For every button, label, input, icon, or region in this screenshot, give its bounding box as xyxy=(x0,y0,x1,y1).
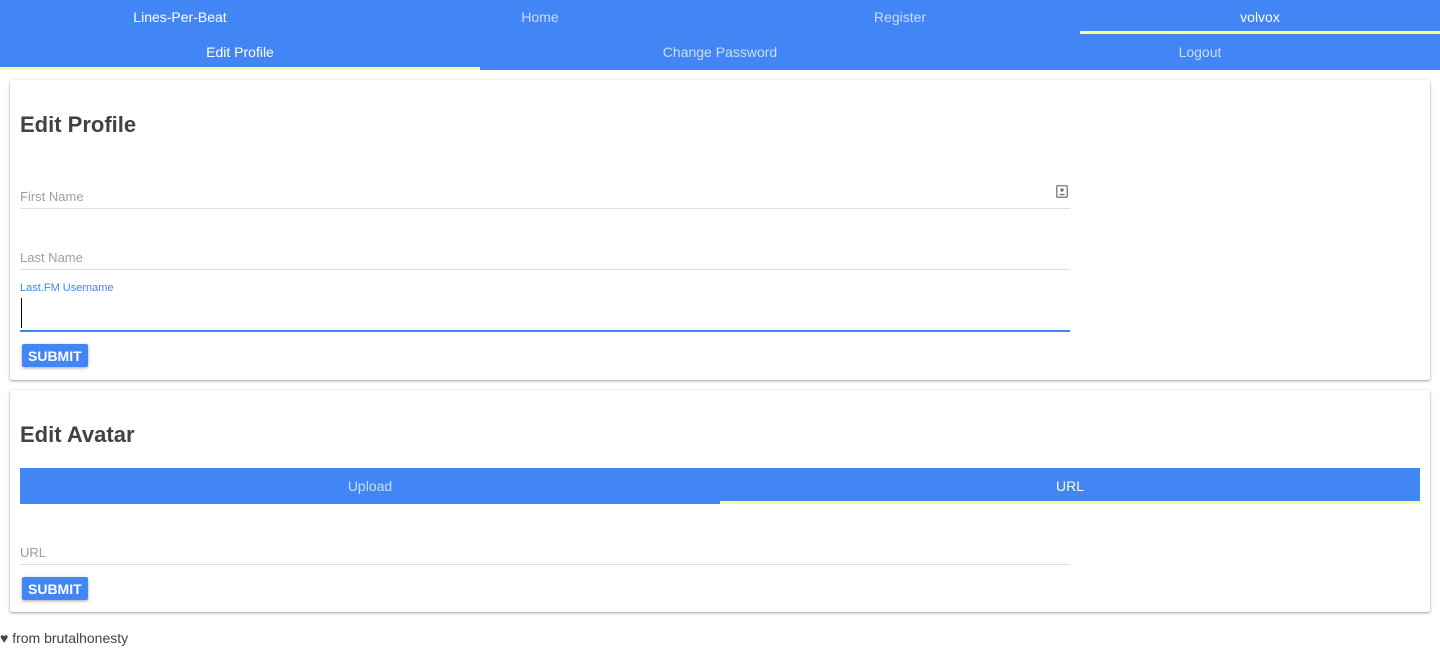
subnav-edit-profile[interactable]: Edit Profile xyxy=(0,34,480,70)
nav-register[interactable]: Register xyxy=(720,0,1080,34)
footer-credit: ♥ from brutalhonesty xyxy=(0,630,129,646)
tab-url[interactable]: URL xyxy=(720,468,1420,504)
first-name-label: First Name xyxy=(20,189,84,204)
lastfm-username-underline xyxy=(20,330,1070,332)
lastfm-username-input[interactable] xyxy=(20,296,1070,330)
first-name-underline xyxy=(20,208,1070,209)
avatar-url-underline xyxy=(20,564,1070,565)
app-header: Lines-Per-Beat Home Register volvox Edit… xyxy=(0,0,1440,70)
avatar-url-label: URL xyxy=(20,545,47,560)
edit-profile-card: Edit Profile First Name Last Name Last.F… xyxy=(10,80,1430,380)
edit-profile-title: Edit Profile xyxy=(20,112,137,137)
edit-avatar-card: Edit Avatar Upload URL URL SUBMIT xyxy=(10,390,1430,612)
main-nav: Lines-Per-Beat Home Register volvox xyxy=(0,0,1440,34)
tab-upload[interactable]: Upload xyxy=(20,468,720,504)
user-subnav: Edit Profile Change Password Logout xyxy=(0,34,1440,70)
contact-card-icon xyxy=(1056,185,1068,198)
last-name-field[interactable]: Last Name xyxy=(20,240,1070,272)
avatar-submit-button[interactable]: SUBMIT xyxy=(22,577,88,600)
lastfm-username-field[interactable]: Last.FM Username xyxy=(20,280,1070,334)
first-name-field[interactable]: First Name xyxy=(20,180,1070,210)
nav-home[interactable]: Home xyxy=(360,0,720,34)
brand-link[interactable]: Lines-Per-Beat xyxy=(0,0,360,34)
edit-avatar-title: Edit Avatar xyxy=(20,422,135,447)
subnav-change-password[interactable]: Change Password xyxy=(480,34,960,70)
profile-submit-button[interactable]: SUBMIT xyxy=(22,344,88,367)
avatar-url-field[interactable]: URL xyxy=(20,540,1070,568)
last-name-underline xyxy=(20,269,1070,270)
last-name-label: Last Name xyxy=(20,250,83,265)
lastfm-username-label: Last.FM Username xyxy=(20,282,114,294)
avatar-source-tabs: Upload URL xyxy=(20,468,1420,504)
text-caret xyxy=(21,298,22,328)
subnav-logout[interactable]: Logout xyxy=(960,34,1440,70)
nav-user-volvox[interactable]: volvox xyxy=(1080,0,1440,34)
